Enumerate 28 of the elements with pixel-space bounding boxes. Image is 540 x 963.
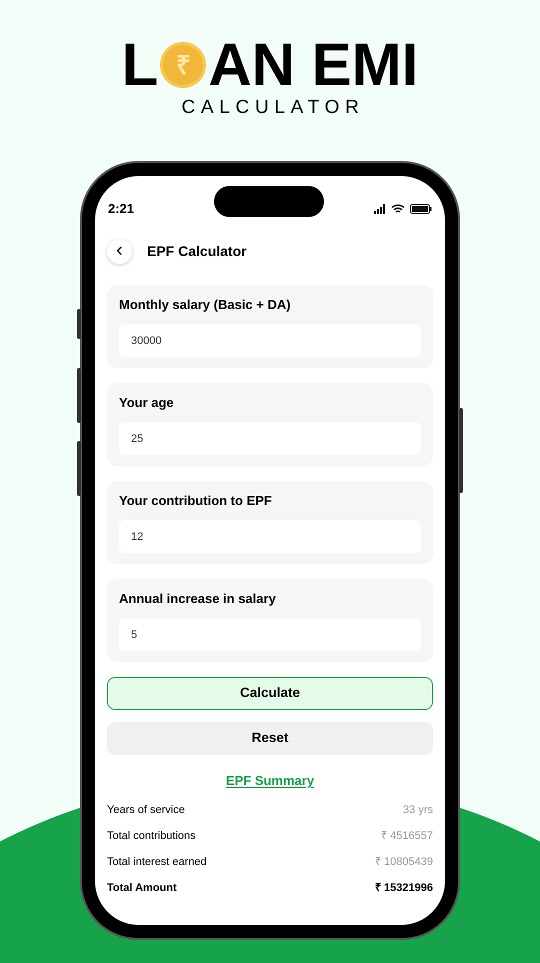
input-field[interactable]: 30000: [119, 324, 421, 357]
summary-label: Total contributions: [107, 828, 196, 844]
signal-icon: [374, 204, 386, 214]
status-time: 2:21: [108, 200, 134, 218]
calculate-button[interactable]: Calculate: [107, 677, 433, 710]
field-label: Monthly salary (Basic + DA): [119, 297, 292, 312]
summary-value: ₹ 15321996: [375, 880, 433, 896]
summary-label: Total Amount: [107, 880, 177, 896]
input-field[interactable]: 25: [119, 422, 421, 455]
input-field[interactable]: 5: [119, 618, 421, 651]
summary-value: ₹ 10805439: [375, 854, 433, 870]
page-title: EPF Calculator: [147, 242, 247, 261]
summary-label: Total interest earned: [107, 854, 207, 870]
battery-icon: [410, 204, 432, 214]
summary-label: Years of service: [107, 802, 185, 818]
subtitle: CALCULATOR: [180, 98, 364, 117]
summary-value: ₹ 4516557: [381, 828, 433, 844]
field-label: Annual increase in salary: [119, 591, 277, 606]
field-label: Your age: [119, 395, 175, 410]
reset-button[interactable]: Reset: [107, 722, 433, 755]
headline-text: AN EMI: [208, 35, 418, 95]
back-button[interactable]: ‹: [107, 239, 132, 264]
wifi-icon: [391, 204, 405, 214]
headline-text: L: [122, 35, 158, 95]
summary-value: 33 yrs: [403, 802, 433, 818]
coin-icon: ₹: [160, 42, 206, 88]
input-field[interactable]: 12: [119, 520, 421, 553]
field-label: Your contribution to EPF: [119, 493, 273, 508]
